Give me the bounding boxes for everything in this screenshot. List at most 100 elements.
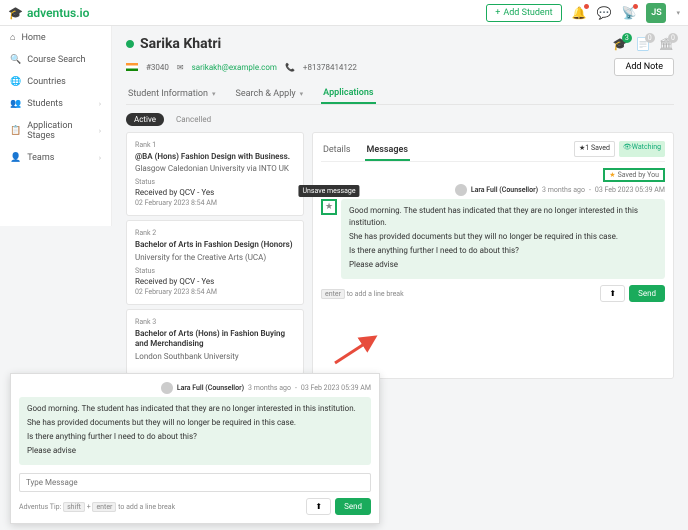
status-value: Received by QCV - Yes — [135, 188, 295, 197]
sidebar-item-home[interactable]: ⌂ Home — [0, 26, 111, 49]
message-line: She has provided documents but they will… — [27, 417, 363, 429]
bell-icon[interactable]: 🔔 — [572, 6, 587, 20]
chevron-down-icon: ▾ — [212, 90, 216, 98]
sidebar-item-label: Countries — [27, 77, 66, 87]
home-icon: ⌂ — [10, 32, 15, 43]
sidebar-item-teams[interactable]: 👤 Teams › — [0, 147, 111, 169]
message-timestamp: 03 Feb 2023 05:39 AM — [595, 186, 665, 194]
sidebar-item-label: Application Stages — [27, 121, 93, 141]
application-card[interactable]: Rank 1 @BA (Hons) Fashion Design with Bu… — [126, 132, 304, 216]
badge: 3 — [622, 33, 632, 43]
message-line: Is there anything further I need to do a… — [27, 431, 363, 443]
message-line: Good morning. The student has indicated … — [349, 205, 657, 229]
pill-cancelled[interactable]: Cancelled — [168, 113, 219, 126]
message-line: She has provided documents but they will… — [349, 231, 657, 243]
rss-icon[interactable]: 📡 — [622, 6, 637, 20]
send-button[interactable]: Send — [629, 285, 665, 302]
chevron-right-icon: › — [99, 154, 101, 162]
chevron-right-icon: › — [99, 100, 101, 108]
badge: 0 — [645, 33, 655, 43]
applications-list: Rank 1 @BA (Hons) Fashion Design with Bu… — [126, 132, 304, 379]
globe-icon: 🌐 — [10, 77, 21, 87]
message-author: Lara Full (Counsellor) — [471, 186, 538, 194]
status-value: Received by QCV - Yes — [135, 277, 295, 286]
subtab-details[interactable]: Details — [321, 141, 353, 161]
watching-badge[interactable]: 👁Watching — [619, 141, 665, 157]
doc-icon[interactable]: 📄0 — [636, 37, 651, 51]
application-card[interactable]: Rank 3 Bachelor of Arts (Hons) in Fashio… — [126, 309, 304, 375]
add-student-button[interactable]: + Add Student — [486, 4, 561, 22]
app-title: Bachelor of Arts in Fashion Design (Hono… — [135, 240, 295, 250]
input-tip: enter to add a line break — [321, 290, 404, 298]
main-content: Sarika Khatri 🎓3 📄0 🏛0 #3040 ✉ sarikakh@… — [112, 26, 688, 389]
sidebar-item-label: Course Search — [27, 55, 85, 65]
message-line: Please advise — [27, 445, 363, 457]
tab-search-apply[interactable]: Search & Apply▾ — [234, 84, 306, 104]
input-tip: Adventus Tip: shift + enter to add a lin… — [19, 503, 175, 511]
email-icon: ✉ — [177, 63, 184, 72]
status-label: Status — [135, 267, 295, 275]
saved-count-badge[interactable]: ★1 Saved — [574, 141, 615, 157]
message-timestamp: 03 Feb 2023 05:39 AM — [301, 384, 371, 392]
app-title: @BA (Hons) Fashion Design with Business. — [135, 152, 295, 162]
brand-text: adventus.io — [27, 6, 90, 20]
grad-icon[interactable]: 🎓3 — [613, 37, 628, 51]
student-phone: +81378414122 — [303, 63, 357, 72]
star-icon: ★ — [609, 171, 615, 179]
attach-button[interactable]: ⬆ — [306, 498, 331, 515]
send-button[interactable]: Send — [335, 498, 371, 515]
add-note-button[interactable]: Add Note — [614, 58, 674, 76]
status-dot-icon — [126, 40, 134, 48]
tab-student-info[interactable]: Student Information▾ — [126, 84, 218, 104]
sidebar-item-course-search[interactable]: 🔍Course Search — [0, 49, 111, 71]
message-ago: 3 months ago — [248, 384, 291, 392]
message-line: Is there anything further I need to do a… — [349, 245, 657, 257]
message-panel: Details Messages ★1 Saved 👁Watching ★Sav… — [312, 132, 674, 379]
message-line: Good morning. The student has indicated … — [27, 403, 363, 415]
application-card[interactable]: Rank 2 Bachelor of Arts in Fashion Desig… — [126, 220, 304, 304]
chat-icon[interactable]: 💬 — [597, 6, 612, 20]
app-rank: Rank 2 — [135, 229, 295, 237]
add-student-label: Add Student — [503, 8, 552, 18]
brand-logo[interactable]: 🎓 adventus.io — [8, 6, 89, 20]
topbar: 🎓 adventus.io + Add Student 🔔 💬 📡 JS ▾ — [0, 0, 688, 26]
app-university: Glasgow Caledonian University via INTO U… — [135, 164, 295, 173]
sidebar-item-students[interactable]: 👥 Students › — [0, 93, 111, 115]
bank-icon[interactable]: 🏛0 — [659, 37, 674, 51]
message-overlay: Lara Full (Counsellor) 3 months ago - 03… — [10, 373, 380, 524]
sidebar-item-countries[interactable]: 🌐 Countries — [0, 71, 111, 93]
sidebar-item-label: Home — [21, 33, 45, 43]
sidebar-item-label: Teams — [27, 153, 54, 163]
app-university: London Southbank University — [135, 352, 295, 361]
chevron-down-icon[interactable]: ▾ — [676, 9, 680, 17]
message-input[interactable] — [19, 473, 371, 492]
plus-icon: + — [495, 8, 500, 18]
message-ago: 3 months ago — [542, 186, 585, 194]
pill-active[interactable]: Active — [126, 113, 164, 126]
attach-button[interactable]: ⬆ — [600, 285, 625, 302]
main-tabs: Student Information▾ Search & Apply▾ App… — [126, 84, 674, 105]
app-rank: Rank 3 — [135, 318, 295, 326]
author-avatar-icon — [455, 184, 467, 196]
app-date: 02 February 2023 8:54 AM — [135, 288, 295, 296]
user-avatar[interactable]: JS — [646, 3, 666, 23]
tab-applications[interactable]: Applications — [321, 84, 375, 104]
subtab-messages[interactable]: Messages — [365, 141, 410, 161]
chevron-right-icon: › — [99, 127, 101, 135]
stages-icon: 📋 — [10, 126, 21, 136]
saved-by-you-badge: ★Saved by You — [603, 168, 665, 182]
student-email[interactable]: sarikakh@example.com — [192, 63, 277, 72]
sidebar-item-application-stages[interactable]: 📋 Application Stages › — [0, 115, 111, 147]
team-icon: 👤 — [10, 153, 21, 163]
app-date: 02 February 2023 8:54 AM — [135, 199, 295, 207]
sidebar-item-label: Students — [27, 99, 63, 109]
phone-icon: 📞 — [285, 63, 295, 72]
message-body: Good morning. The student has indicated … — [19, 397, 371, 465]
message-body: Good morning. The student has indicated … — [341, 199, 665, 279]
app-title: Bachelor of Arts (Hons) in Fashion Buyin… — [135, 329, 295, 350]
tooltip: Unsave message — [298, 185, 359, 197]
unsave-message-button[interactable]: Unsave message ★ — [321, 199, 337, 215]
users-icon: 👥 — [10, 99, 21, 109]
status-label: Status — [135, 178, 295, 186]
badge: 0 — [668, 33, 678, 43]
